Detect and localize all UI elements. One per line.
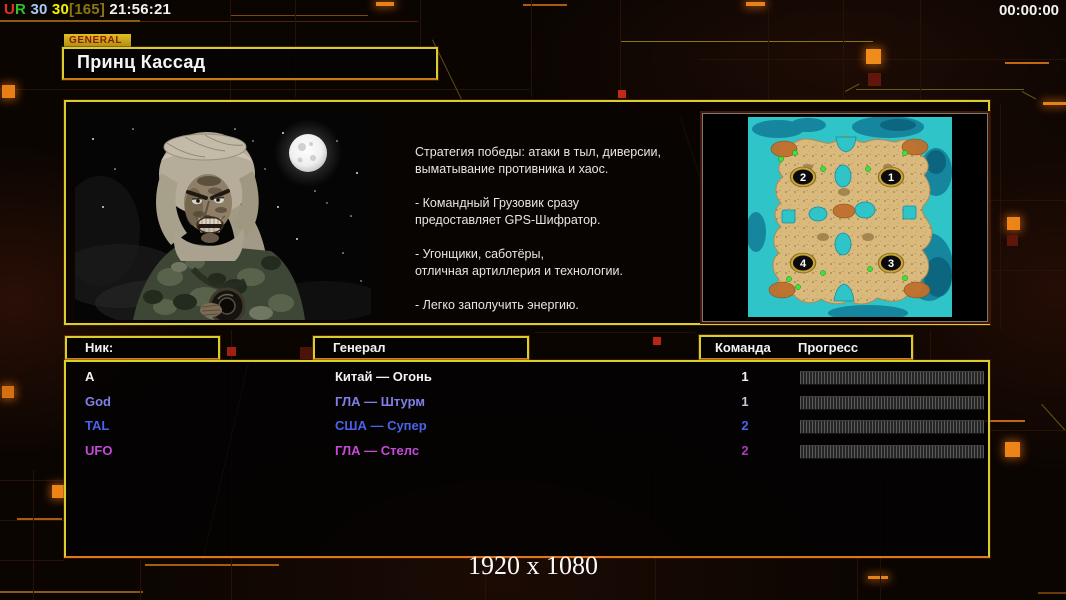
circuit-trace-line [1021, 91, 1037, 100]
general-title-box: Принц Кассад [62, 47, 438, 80]
circuit-trace-line [535, 332, 695, 333]
status-segment: [165] [69, 1, 106, 18]
briefing-paragraph: - Угонщики, саботёры, отличная артиллери… [415, 247, 623, 278]
player-team: 2 [741, 418, 749, 433]
circuit-trace-line [700, 59, 1066, 60]
player-row: А Китай — Огонь 1 [66, 366, 988, 390]
circuit-trace-line [620, 0, 621, 110]
circuit-trace-line [1000, 104, 1001, 330]
circuit-trace-line [990, 430, 1066, 431]
status-segment: 30 [47, 1, 69, 18]
general-portrait [55, 111, 385, 327]
circuit-trace-line [1041, 404, 1066, 432]
circuit-trace-line [1005, 62, 1049, 64]
column-header-general: Генерал [313, 336, 529, 360]
player-nick: А [85, 369, 95, 384]
general-tag: GENERAL [64, 34, 132, 48]
map-start-position-number: 4 [800, 258, 807, 270]
column-header-nick: Ник: [65, 336, 220, 360]
player-table: А Китай — Огонь 1 God ГЛА — Штурм 1 TAL США — С… [64, 360, 990, 558]
progress-bar [800, 371, 984, 385]
general-header-label: Генерал [333, 340, 386, 355]
column-header-team-progress: Команда Прогресс [699, 335, 913, 360]
progress-header-label: Прогресс [798, 340, 859, 355]
player-general: США — Супер [335, 418, 427, 433]
circuit-node-square [868, 73, 881, 86]
nick-header-label: Ник: [85, 340, 114, 355]
team-header-label: Команда [715, 340, 771, 355]
circuit-node-square [1005, 442, 1020, 457]
player-general: Китай — Огонь [335, 369, 432, 384]
status-segment: U [4, 1, 16, 18]
circuit-node-square [866, 49, 881, 64]
status-segment: R [15, 1, 27, 18]
progress-bar [800, 420, 984, 434]
page-title: Принц Кассад [77, 52, 206, 72]
circuit-trace-line [746, 2, 765, 6]
circuit-node-square [653, 337, 661, 345]
progress-bar [800, 444, 984, 459]
circuit-trace-line [0, 591, 143, 593]
circuit-trace-line [523, 4, 567, 6]
circuit-node-square [227, 347, 236, 356]
circuit-trace-line [420, 0, 421, 46]
briefing-paragraph: - Легко заполучить энергию. [415, 298, 579, 312]
circuit-node-square [1007, 217, 1020, 230]
circuit-trace-line [17, 518, 62, 520]
circuit-trace-line [843, 0, 844, 102]
circuit-trace-line [1043, 102, 1066, 105]
map-start-position-number: 1 [888, 172, 894, 184]
player-team: 1 [741, 393, 749, 409]
map-preview-panel: 2 1 4 3 [700, 111, 990, 324]
circuit-trace-line [376, 2, 394, 6]
network-status: UR 30 30[165] 21:56:21 [4, 1, 171, 18]
player-general: ГЛА — Стелс [335, 442, 420, 458]
circuit-trace-line [531, 0, 532, 97]
map-preview: 2 1 4 3 [748, 117, 952, 317]
circuit-trace-line [990, 200, 1066, 201]
circuit-node-square [1007, 235, 1018, 246]
player-general: ГЛА — Штурм [335, 393, 425, 409]
circuit-trace-line [0, 480, 64, 481]
player-nick: TAL [85, 418, 110, 433]
circuit-node-square [300, 347, 312, 359]
circuit-node-square [2, 386, 14, 398]
player-nick: God [85, 393, 111, 409]
circuit-trace-line [856, 89, 1024, 90]
game-timer: 00:00:00 [998, 2, 1059, 19]
circuit-trace-line [620, 41, 873, 42]
circuit-trace-line [845, 83, 860, 92]
circuit-trace-line [990, 270, 1066, 271]
status-segment: 21:56:21 [105, 1, 172, 18]
circuit-trace-line [768, 0, 769, 102]
loading-screen: UR 30 30[165] 21:56:21 00:00:00 GENERAL … [0, 0, 1066, 600]
player-team: 2 [741, 442, 749, 458]
briefing-paragraph: - Командный Грузовик сразу предоставляет… [415, 196, 601, 227]
map-start-position-number: 2 [800, 172, 806, 184]
player-row: UFO ГЛА — Стелс 2 [66, 440, 988, 464]
circuit-node-square [618, 90, 626, 98]
circuit-trace-line [230, 15, 368, 16]
player-row: God ГЛА — Штурм 1 [66, 391, 988, 415]
progress-bar [800, 395, 984, 410]
map-start-position-number: 3 [888, 258, 894, 270]
circuit-trace-line [1038, 592, 1066, 594]
player-nick: UFO [85, 442, 113, 458]
strategy-briefing: Стратегия победы: атаки в тыл, диверсии,… [415, 144, 707, 331]
player-team: 1 [741, 369, 749, 384]
circuit-node-square [2, 85, 15, 98]
circuit-trace-line [0, 520, 64, 521]
player-row: TAL США — Супер 2 [66, 415, 988, 439]
briefing-paragraph: Стратегия победы: атаки в тыл, диверсии,… [415, 145, 661, 176]
portrait-illustration [55, 111, 385, 327]
circuit-trace-line [930, 330, 931, 362]
resolution-label: 1920 x 1080 [468, 551, 598, 580]
circuit-trace-line [0, 89, 530, 90]
circuit-trace-line [140, 21, 418, 22]
circuit-trace-line [0, 20, 140, 22]
status-segment: 30 [26, 1, 48, 18]
circuit-trace-line [920, 0, 921, 102]
